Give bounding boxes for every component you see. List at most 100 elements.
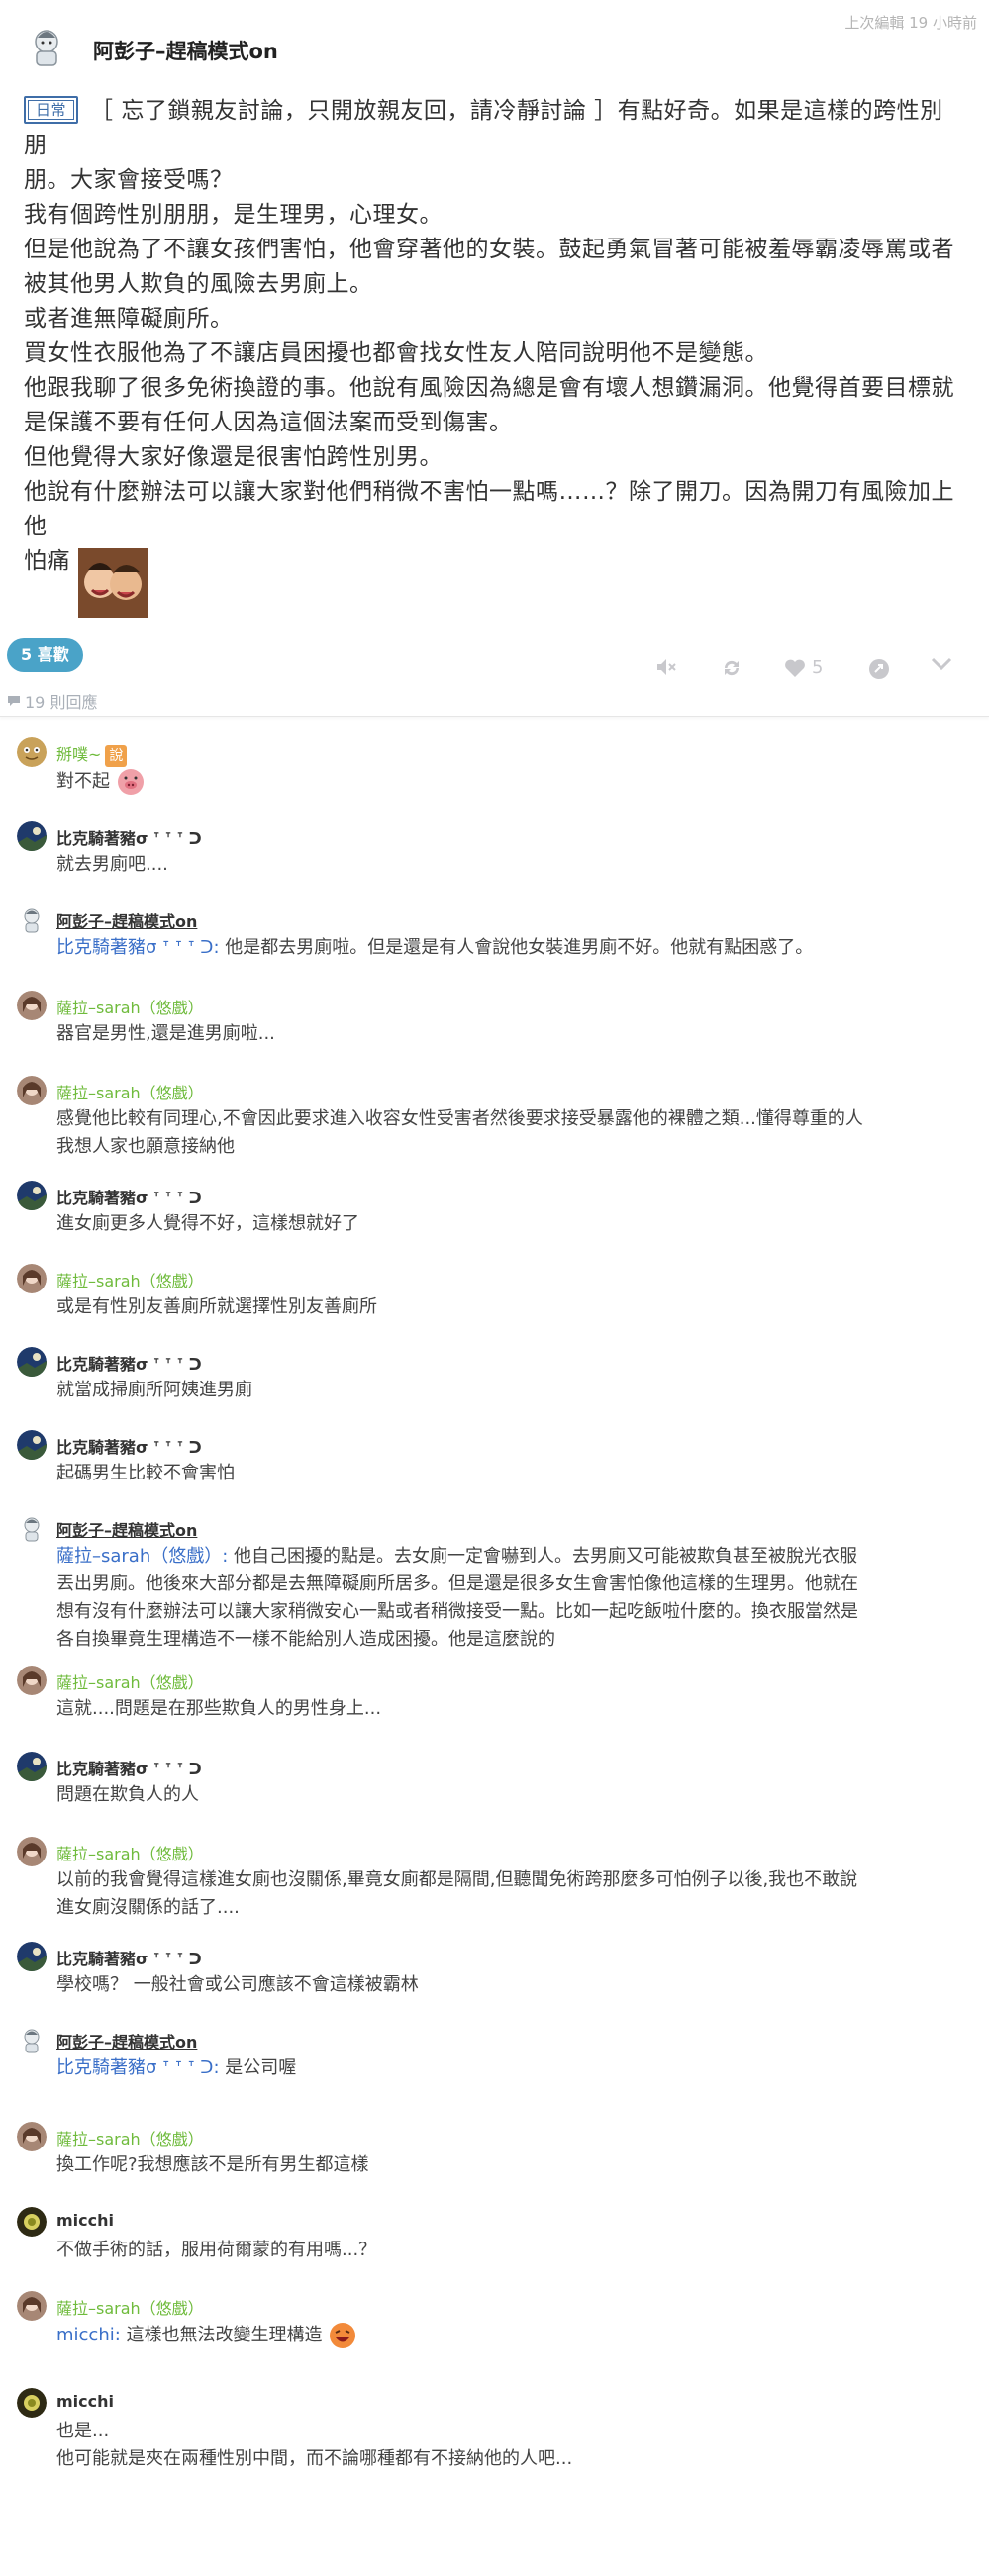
post-line: 但是他說為了不讓女孩們害怕，他會穿著他的女裝。鼓起勇氣冒著可能被羞辱霸凌辱罵或者 [24,237,954,262]
comment-text: 學校嗎？ 一般社會或公司應該不會這樣被霸林 [56,1974,419,1995]
comment-text: 各自換畢竟生理構造不一樣不能給別人造成困擾。他是這麼說的 [56,1629,555,1650]
comment-text: 問題在欺負人的人 [56,1784,199,1805]
reply-count: 19 則回應 [7,689,97,713]
comment-text: 他可能就是夾在兩種性別中間，而不論哪種都有不接納他的人吧... [56,2448,573,2469]
mention-link[interactable]: 比克騎著豬σ ᐪ ᐪ ᐪ ᑐ: [56,2057,220,2078]
comment-text: 以前的我會覺得這樣進女廁也沒關係,畢竟女廁都是隔間,但聽聞免術跨那麼多可怕例子以… [56,1869,858,1890]
avatar[interactable] [17,2122,47,2151]
avatar-image [17,1076,47,1105]
comment-author-name[interactable]: 比克騎著豬σ ᐪ ᐪ ᐪ ᑐ [56,1946,202,1969]
comment-author-name[interactable]: 薩拉–sarah（悠戲） [56,1670,204,1693]
comment-author-name[interactable]: 比克騎著豬σ ᐪ ᐪ ᐪ ᑐ [56,1185,202,1208]
comment-text: 或是有性別友善廁所就選擇性別友善廁所 [56,1296,377,1317]
avatar-image [17,1942,47,1971]
avatar[interactable] [17,737,47,767]
comment-author-name[interactable]: 薩拉–sarah（悠戲） [56,2295,204,2319]
edited-timestamp: 上次編輯 19 小時前 [844,14,977,32]
comment-text: 進女廁沒關係的話了.... [56,1897,240,1918]
author-avatar[interactable] [24,24,69,69]
laughing-emoji-icon [330,2323,356,2348]
avatar-image [17,737,47,767]
comment-author-name[interactable]: 薩拉–sarah（悠戲） [56,1268,204,1291]
post-line: 是保護不要有任何人因為這個法案而受到傷害。 [24,410,513,435]
post-content: 日常 ［ 忘了鎖親友討論，只開放親友回，請冷靜討論 ］有點好奇。如果是這樣的跨性別… [0,94,989,618]
comment-author-name[interactable]: 薩拉–sarah（悠戲） [56,1080,204,1103]
comment-text: 我想人家也願意接納他 [56,1136,235,1157]
avatar[interactable] [17,821,47,851]
post-card: 阿彭子–趕稿模式on 上次編輯 19 小時前 日常 ［ 忘了鎖親友討論，只開放親友… [0,0,989,717]
comment-text: 也是... [56,2421,110,2441]
share-icon [869,659,889,679]
avatar-image [17,1264,47,1293]
post-line: ［ 忘了鎖親友討論，只開放親友回，請冷靜討論 ］有點好奇。如果是這樣的跨性別朋 [24,98,943,158]
comment-author-name[interactable]: micchi [56,2211,114,2230]
share-button[interactable] [867,657,891,681]
avatar[interactable] [17,1513,47,1543]
comment-author-name[interactable]: 薩拉–sarah（悠戲） [56,2126,204,2149]
comment-text: 比克騎著豬σ ᐪ ᐪ ᐪ ᑐ: 他是都去男廁啦。但是還是有人會說他女裝進男廁不好… [56,937,814,958]
comment-text: 感覺他比較有同理心,不會因此要求進入收容女性受害者然後要求接受暴露他的裸體之類.… [56,1108,863,1129]
like-button[interactable]: 5 [784,657,823,678]
post-line: 朋。大家會接受嗎？ [24,167,234,193]
avatar[interactable] [17,2207,47,2237]
post-line: 或者進無障礙廁所。 [24,306,234,332]
avatar[interactable] [17,2291,47,2321]
post-author-name[interactable]: 阿彭子–趕稿模式on [93,36,278,65]
comment-text: 薩拉–sarah（悠戲）: 他自己困擾的點是。去女廁一定會嚇到人。去男廁又可能被… [56,1546,858,1567]
avatar[interactable] [17,905,47,934]
avatar-image [17,1513,47,1543]
chevron-down-icon [931,657,952,671]
comment-author-name[interactable]: 薩拉–sarah（悠戲） [56,995,204,1018]
comment-author-name[interactable]: 薩拉–sarah（悠戲） [56,1841,204,1864]
avatar-image [17,2025,47,2054]
sticker-image [77,548,148,618]
comment-author-name[interactable]: 阿彭子–趕稿模式on [56,1517,197,1541]
comment-author-name[interactable]: 掰噗~ 說 [56,741,128,767]
comment-author-name[interactable]: 阿彭子–趕稿模式on [56,2029,197,2052]
mute-button[interactable] [655,657,677,677]
avatar-image [17,1430,47,1460]
comment-text: 這就....問題是在那些欺負人的男性身上... [56,1698,382,1719]
comment-author-name[interactable]: 比克騎著豬σ ᐪ ᐪ ᐪ ᑐ [56,1756,202,1779]
comment-text: micchi: 這樣也無法改變生理構造 [56,2321,977,2350]
avatar[interactable] [17,1942,47,1971]
avatar[interactable] [17,1264,47,1293]
comment-text: 就去男廁吧.... [56,854,168,875]
avatar-image [17,1837,47,1866]
heart-icon [785,659,805,677]
avatar-image [17,905,47,934]
avatar[interactable] [17,1666,47,1695]
comment-author-name[interactable]: micchi [56,2392,114,2411]
avatar[interactable] [17,2025,47,2054]
avatar[interactable] [17,2388,47,2418]
post-line: 我有個跨性別朋朋，是生理男，心理女。 [24,202,443,228]
comment-text: 器官是男性,還是進男廁啦... [56,1023,275,1044]
avatar[interactable] [17,1752,47,1781]
mention-link[interactable]: 比克騎著豬σ ᐪ ᐪ ᐪ ᑐ: [56,937,220,958]
avatar-image [17,1752,47,1781]
mention-link[interactable]: 薩拉–sarah（悠戲）: [56,1546,228,1567]
post-line: 他跟我聊了很多免術換證的事。他說有風險因為總是會有壞人想鑽漏洞。他覺得首要目標就 [24,375,954,401]
comment-author-name[interactable]: 比克騎著豬σ ᐪ ᐪ ᐪ ᑐ [56,1434,202,1458]
avatar-image [17,991,47,1020]
comment-author-name[interactable]: 比克騎著豬σ ᐪ ᐪ ᐪ ᑐ [56,825,202,849]
avatar-image [17,2388,47,2418]
avatar[interactable] [17,1181,47,1210]
replurk-button[interactable] [721,657,742,679]
like-count: 5 [812,657,824,678]
avatar-image [17,821,47,851]
likes-pill[interactable]: 5 喜歡 [7,638,83,672]
post-line: 怕痛 [24,548,70,574]
mention-link[interactable]: micchi: [56,2325,121,2345]
avatar[interactable] [17,1837,47,1866]
avatar[interactable] [17,1347,47,1377]
comment-text: 比克騎著豬σ ᐪ ᐪ ᐪ ᑐ: 是公司喔 [56,2057,297,2078]
comment-author-name[interactable]: 阿彭子–趕稿模式on [56,908,197,932]
avatar[interactable] [17,1076,47,1105]
avatar[interactable] [17,1430,47,1460]
post-line: 被其他男人欺負的風險去男廁上。 [24,271,373,297]
avatar[interactable] [17,991,47,1020]
more-button[interactable] [931,657,952,671]
comment-text: 不做手術的話，服用荷爾蒙的有用嗎...？ [56,2240,377,2260]
comment-author-name[interactable]: 比克騎著豬σ ᐪ ᐪ ᐪ ᑐ [56,1351,202,1375]
